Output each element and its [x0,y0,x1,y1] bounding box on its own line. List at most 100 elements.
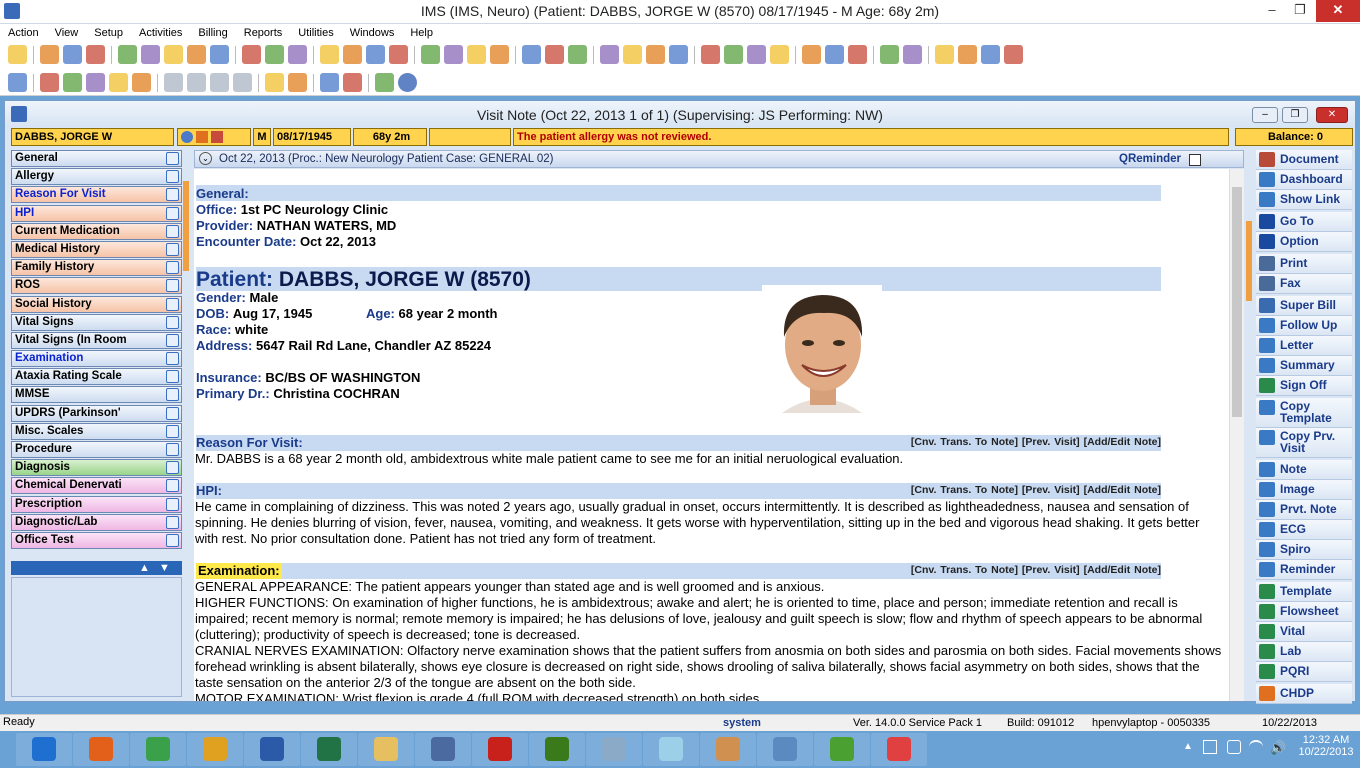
toolbar-tool-icon[interactable] [288,45,307,64]
record-tool-icon[interactable] [265,73,284,92]
patient-flags-icons[interactable] [177,128,251,146]
menu-action[interactable]: Action [0,24,47,42]
left-splitter[interactable] [183,181,189,271]
toolbar-tool-icon[interactable] [747,45,766,64]
toolbar-tool-icon[interactable] [8,45,27,64]
edit-note-icon[interactable] [166,152,179,165]
toolbar-tool-icon[interactable] [848,45,867,64]
letter-button[interactable]: Letter [1256,336,1352,356]
edit-note-icon[interactable] [166,297,179,311]
print-button[interactable]: Print [1256,254,1352,274]
record-tool-icon[interactable] [164,73,183,92]
taskbar-paint-icon[interactable] [700,733,756,766]
edit-note-icon[interactable] [166,424,179,438]
toolbar-tool-icon[interactable] [141,45,160,64]
summary-button[interactable]: Summary [1256,356,1352,376]
taskbar-notes-icon[interactable] [643,733,699,766]
reminder-button[interactable]: Reminder [1256,560,1352,580]
toolbar-tool-icon[interactable] [600,45,619,64]
toolbar-tool-icon[interactable] [724,45,743,64]
fax-button[interactable]: Fax [1256,274,1352,294]
record-tool-icon[interactable] [109,73,128,92]
ecg-button[interactable]: ECG [1256,520,1352,540]
taskbar-outlook-icon[interactable] [187,733,243,766]
scroll-thumb[interactable] [1232,187,1242,417]
tray-volume-icon[interactable]: 🔊 [1270,740,1286,756]
show-link-button[interactable]: Show Link [1256,190,1352,210]
taskbar-ie-icon[interactable] [16,733,72,766]
edit-note-icon[interactable] [166,261,179,275]
nav-item-office-test[interactable]: Office Test [11,531,182,549]
nav-item-vital-signs[interactable]: Vital Signs [11,313,182,331]
visit-close-button[interactable]: ✕ [1316,107,1348,123]
menu-utilities[interactable]: Utilities [290,24,341,42]
collapse-icon[interactable]: ⌄ [199,152,212,165]
record-tool-icon[interactable] [233,73,252,92]
taskbar-ims-icon[interactable] [871,733,927,766]
prvt-note-button[interactable]: Prvt. Note [1256,500,1352,520]
nav-item-ros[interactable]: ROS [11,277,182,295]
edit-note-icon[interactable] [166,279,179,293]
menu-windows[interactable]: Windows [342,24,403,42]
taskbar-settings-icon[interactable] [757,733,813,766]
hpi-links[interactable]: [Cnv. Trans. To Note] [Prev. Visit] [Add… [911,484,1161,496]
edit-note-icon[interactable] [166,461,179,475]
taskbar-excel-icon[interactable] [301,733,357,766]
dashboard-button[interactable]: Dashboard [1256,170,1352,190]
nav-item-family-history[interactable]: Family History [11,259,182,277]
menu-billing[interactable]: Billing [190,24,235,42]
copy-prv-visit-button[interactable]: Copy Prv. Visit [1256,428,1352,458]
nav-item-medical-history[interactable]: Medical History [11,240,182,258]
nav-down-icon[interactable]: ▼ [159,562,170,574]
nav-item-reason-for-visit[interactable]: Reason For Visit [11,186,182,204]
copy-template-button[interactable]: Copy Template [1256,398,1352,428]
edit-note-icon[interactable] [166,333,179,347]
menu-help[interactable]: Help [402,24,441,42]
go-to-button[interactable]: Go To [1256,212,1352,232]
lab-button[interactable]: Lab [1256,642,1352,662]
nav-item-mmse[interactable]: MMSE [11,386,182,404]
toolbar-tool-icon[interactable] [825,45,844,64]
chdp-button[interactable]: CHDP [1256,684,1352,704]
super-bill-button[interactable]: Super Bill [1256,296,1352,316]
option-button[interactable]: Option [1256,232,1352,252]
taskbar-remote-icon[interactable] [415,733,471,766]
follow-up-button[interactable]: Follow Up [1256,316,1352,336]
tray-wifi-icon[interactable] [1249,740,1263,754]
toolbar-tool-icon[interactable] [265,45,284,64]
toolbar-tool-icon[interactable] [669,45,688,64]
toolbar-tool-icon[interactable] [343,45,362,64]
allergy-alert[interactable]: The patient allergy was not reviewed. [513,128,1229,146]
toolbar-tool-icon[interactable] [545,45,564,64]
pqri-button[interactable]: PQRI [1256,662,1352,682]
menu-setup[interactable]: Setup [86,24,131,42]
sign-off-button[interactable]: Sign Off [1256,376,1352,396]
edit-note-icon[interactable] [166,352,179,366]
nav-item-social-history[interactable]: Social History [11,295,182,313]
toolbar-tool-icon[interactable] [490,45,509,64]
toolbar-tool-icon[interactable] [389,45,408,64]
record-tool-icon[interactable] [86,73,105,92]
nav-item-ataxia-rating-scale[interactable]: Ataxia Rating Scale [11,368,182,386]
toolbar-tool-icon[interactable] [880,45,899,64]
taskbar-acrobat-icon[interactable] [472,733,528,766]
toolbar-tool-icon[interactable] [242,45,261,64]
nav-item-diagnostic-lab[interactable]: Diagnostic/Lab [11,513,182,531]
record-tool-icon[interactable] [63,73,82,92]
taskbar-word-icon[interactable] [244,733,300,766]
toolbar-tool-icon[interactable] [444,45,463,64]
vital-button[interactable]: Vital [1256,622,1352,642]
toolbar-tool-icon[interactable] [164,45,183,64]
nav-item-procedure[interactable]: Procedure [11,441,182,458]
toolbar-tool-icon[interactable] [187,45,206,64]
nav-item-diagnosis[interactable]: Diagnosis [11,459,182,477]
toolbar-tool-icon[interactable] [623,45,642,64]
record-tool-icon[interactable] [210,73,229,92]
edit-note-icon[interactable] [166,188,179,202]
toolbar-tool-icon[interactable] [210,45,229,64]
menu-activities[interactable]: Activities [131,24,190,42]
toolbar-tool-icon[interactable] [935,45,954,64]
toolbar-tool-icon[interactable] [646,45,665,64]
nav-item-hpi[interactable]: HPI [11,204,182,222]
edit-note-icon[interactable] [166,515,179,529]
